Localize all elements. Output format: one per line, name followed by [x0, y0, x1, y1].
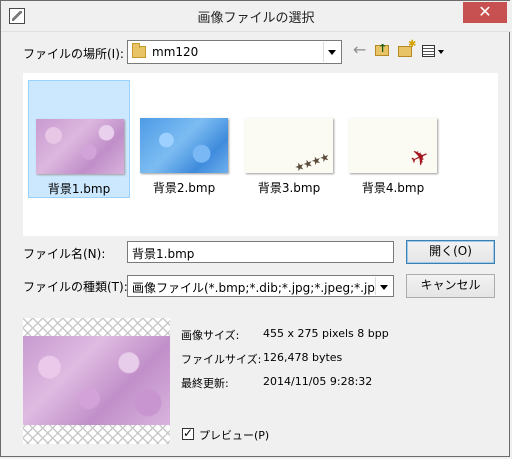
file-name: 背景4.bmp — [361, 181, 425, 195]
close-button[interactable]: ✕ — [463, 2, 507, 23]
file-size-value: 126,478 bytes — [263, 351, 343, 364]
chevron-down-icon[interactable] — [323, 42, 340, 62]
up-folder-icon[interactable] — [373, 41, 393, 61]
preview-checkbox-label[interactable]: プレビュー(P) — [199, 427, 269, 443]
image-size-value: 455 x 275 pixels 8 bpp — [263, 327, 389, 340]
file-name: 背景3.bmp — [257, 181, 321, 195]
filename-value: 背景1.bmp — [132, 247, 195, 261]
lookin-label: ファイルの場所(I): — [23, 47, 124, 61]
lookin-value: mm120 — [152, 45, 199, 59]
modified-label: 最終更新: — [181, 377, 229, 390]
preview-pane — [23, 318, 170, 444]
title-bar: 画像ファイルの選択 ✕ — [1, 1, 511, 32]
chevron-down-icon[interactable] — [375, 277, 392, 295]
open-button[interactable]: 開く(O) — [406, 240, 495, 264]
thumbnail-image — [245, 118, 333, 173]
view-menu-icon[interactable] — [421, 41, 447, 61]
image-size-label: 画像サイズ: — [181, 329, 240, 342]
preview-image — [23, 336, 170, 425]
preview-checkbox[interactable] — [182, 426, 194, 440]
lookin-combo[interactable]: mm120 — [127, 40, 342, 64]
file-dialog: 画像ファイルの選択 ✕ ファイルの場所(I): mm120 背景1.bmp 背景… — [0, 0, 511, 457]
filetype-label: ファイルの種類(T): — [23, 280, 128, 294]
file-size-label: ファイルサイズ: — [181, 353, 262, 366]
filename-field[interactable]: 背景1.bmp — [127, 241, 394, 263]
file-name: 背景1.bmp — [47, 182, 111, 196]
list-item[interactable]: 背景1.bmp — [28, 80, 130, 198]
filename-label: ファイル名(N): — [23, 247, 106, 261]
thumbnail-image — [140, 118, 228, 173]
folder-icon — [132, 43, 146, 58]
back-arrow-icon[interactable] — [351, 40, 371, 61]
filetype-combo[interactable]: 画像ファイル(*.bmp;*.dib;*.jpg;*.jpeg;*.jpe — [127, 275, 394, 297]
file-name: 背景2.bmp — [152, 181, 216, 195]
list-item[interactable]: 背景2.bmp — [133, 80, 235, 198]
new-folder-icon[interactable] — [397, 39, 417, 61]
file-list[interactable]: 背景1.bmp 背景2.bmp 背景3.bmp 背景4.bmp — [23, 73, 498, 236]
cancel-button[interactable]: キャンセル — [406, 274, 495, 298]
thumbnail-image — [36, 119, 124, 174]
modified-value: 2014/11/05 9:28:32 — [263, 375, 373, 388]
window-title: 画像ファイルの選択 — [197, 11, 315, 26]
list-item[interactable]: 背景3.bmp — [238, 80, 340, 198]
list-item[interactable]: 背景4.bmp — [342, 80, 444, 198]
thumbnail-image — [349, 118, 437, 173]
filetype-value: 画像ファイル(*.bmp;*.dib;*.jpg;*.jpeg;*.jpe — [132, 281, 376, 295]
